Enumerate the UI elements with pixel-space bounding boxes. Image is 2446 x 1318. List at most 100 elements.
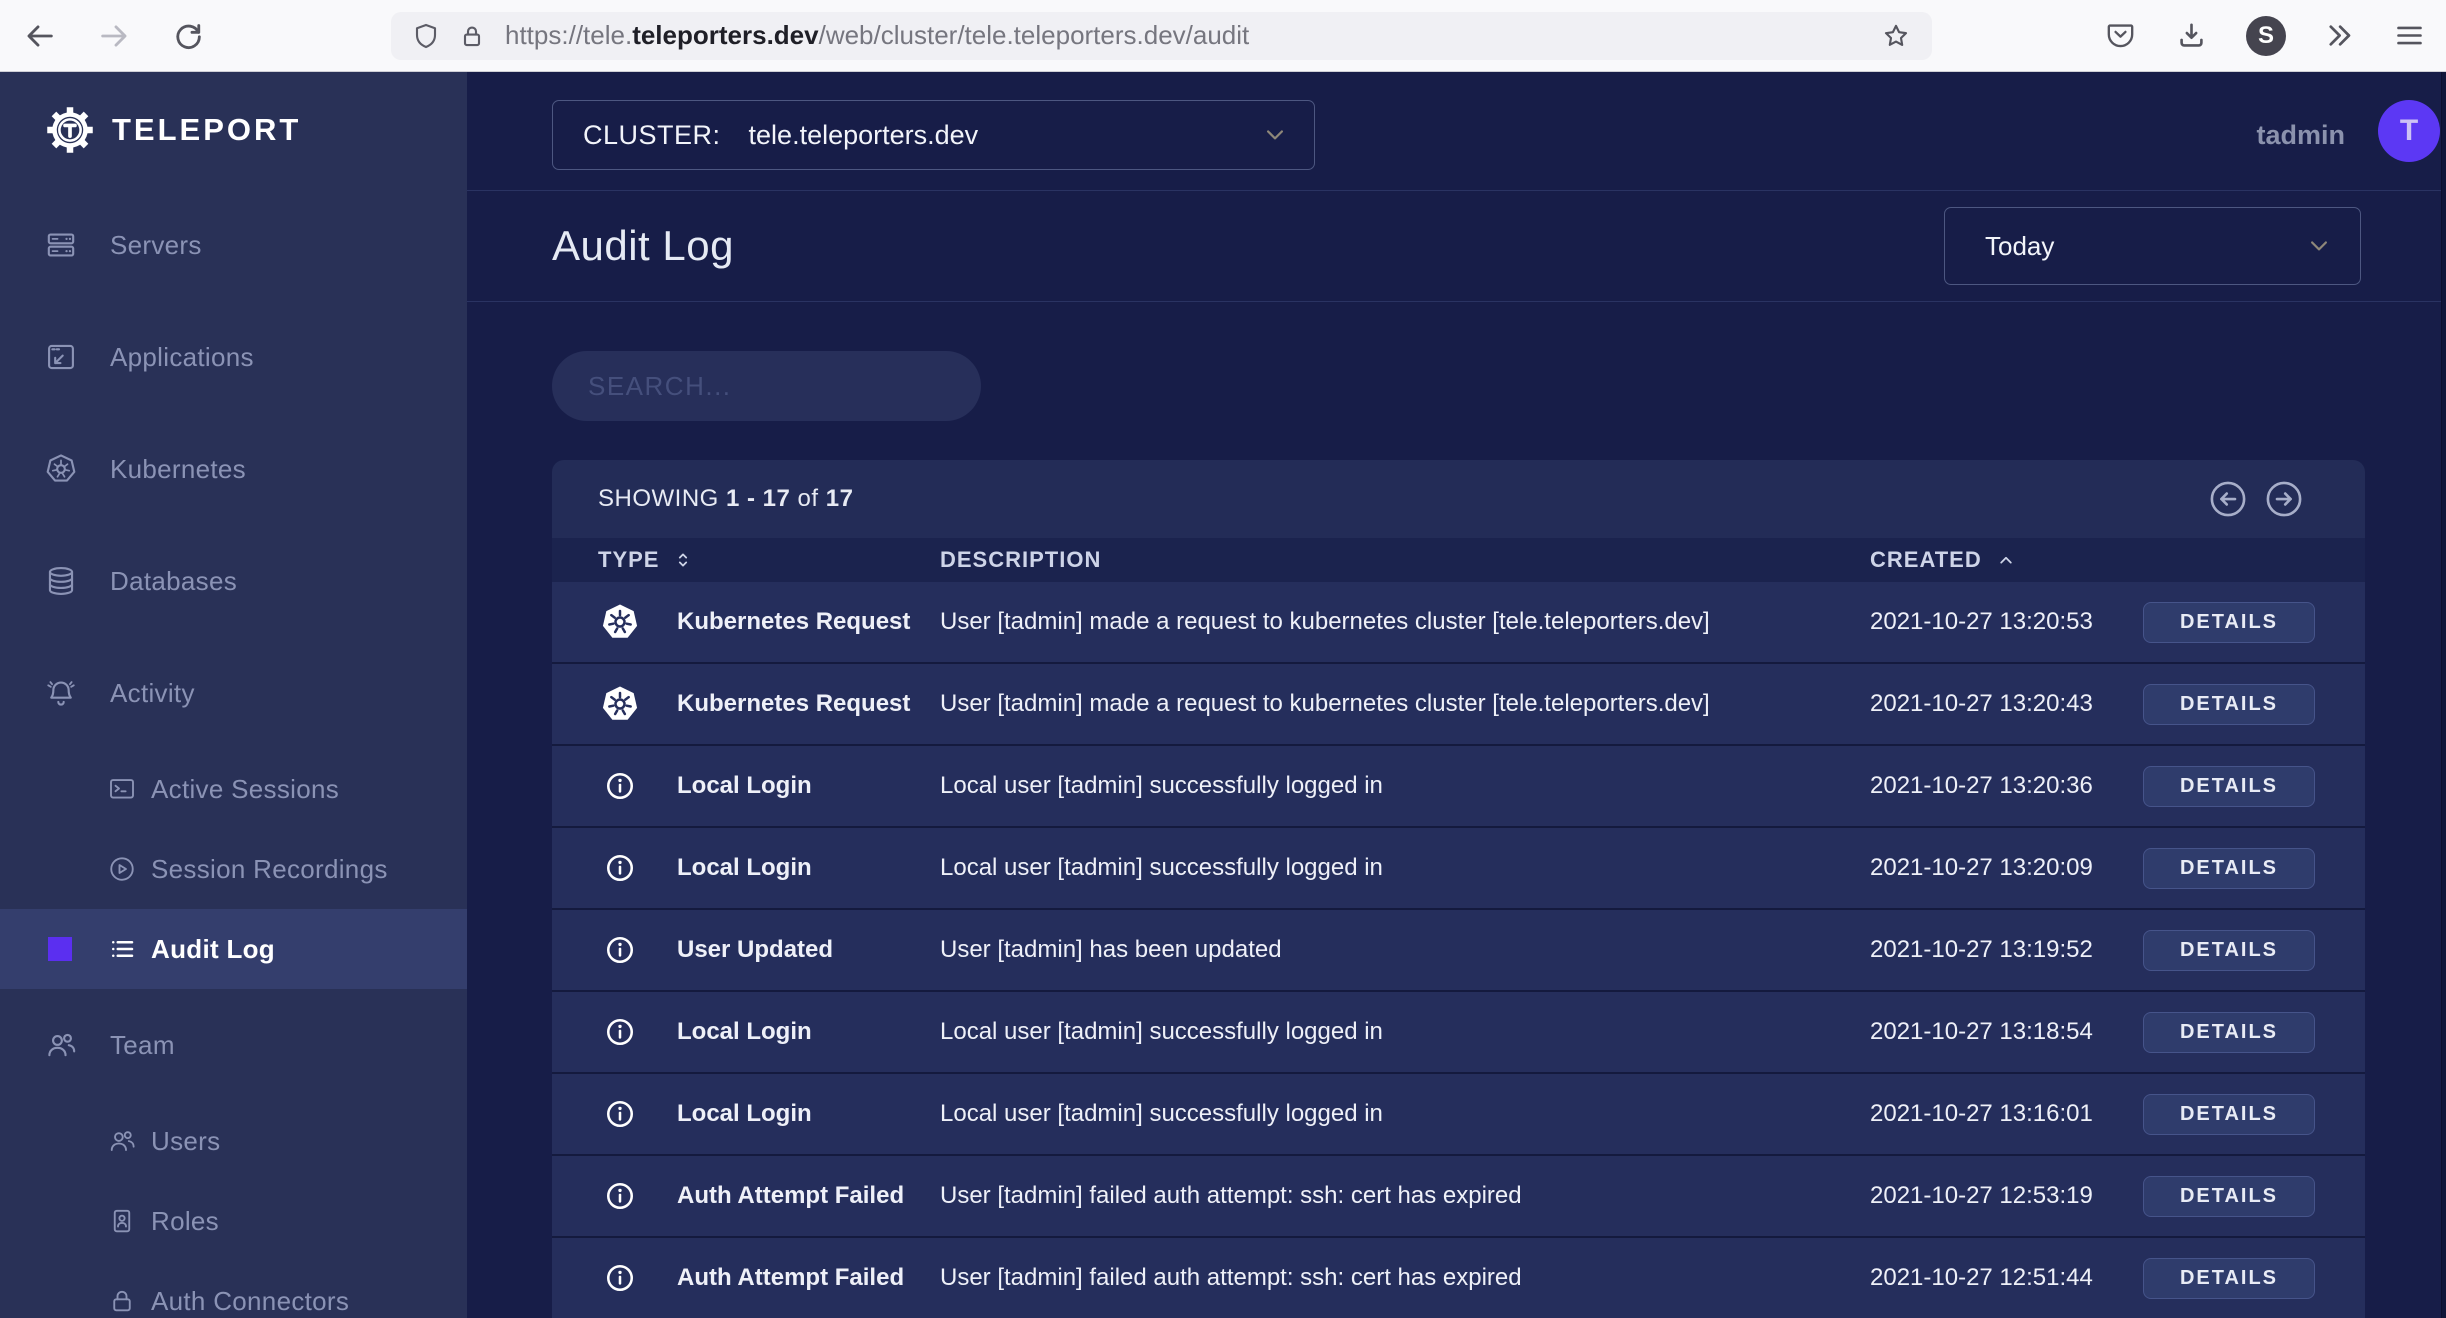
event-created: 2021-10-27 13:20:09: [1870, 854, 2093, 881]
table-row: Local Login Local user [tadmin] successf…: [552, 828, 2365, 910]
event-created: 2021-10-27 13:16:01: [1870, 1100, 2093, 1127]
event-description: User [tadmin] has been updated: [940, 936, 1282, 963]
details-button[interactable]: DETAILS: [2143, 929, 2315, 971]
sort-icon: [671, 548, 695, 572]
applications-icon: [44, 340, 78, 374]
details-button[interactable]: DETAILS: [2143, 1257, 2315, 1299]
date-range-select[interactable]: Today: [1944, 207, 2361, 285]
pocket-icon[interactable]: [2104, 19, 2137, 52]
showing-count: SHOWING 1 - 17 of 17: [598, 485, 854, 512]
arrow-right-circle-icon: [2263, 478, 2305, 520]
event-type: Auth Attempt Failed: [677, 1182, 905, 1209]
event-description: Local user [tadmin] successfully logged …: [940, 854, 1383, 881]
info-circle-icon: [598, 1174, 642, 1218]
event-created: 2021-10-27 13:19:52: [1870, 936, 2093, 963]
chevron-down-icon[interactable]: [390, 1031, 418, 1059]
url-text[interactable]: https://tele.teleporters.dev/web/cluster…: [505, 20, 1249, 51]
bookmark-star-icon[interactable]: [1880, 20, 1912, 52]
page-header: Audit Log Today: [467, 190, 2446, 302]
sidebar-item-auth-connectors[interactable]: Auth Connectors: [0, 1261, 467, 1318]
sidebar-item-activity[interactable]: Activity: [0, 637, 467, 749]
overflow-chevrons-icon[interactable]: [2322, 19, 2355, 52]
table-row: Local Login Local user [tadmin] successf…: [552, 746, 2365, 828]
details-button[interactable]: DETAILS: [2143, 1175, 2315, 1217]
hamburger-menu-icon[interactable]: [2393, 19, 2426, 52]
details-button[interactable]: DETAILS: [2143, 1011, 2315, 1053]
sidebar-item-team[interactable]: Team: [0, 989, 467, 1101]
back-icon[interactable]: [23, 19, 57, 53]
info-circle-icon: [598, 1256, 642, 1300]
event-type: Local Login: [677, 1018, 812, 1045]
event-description: User [tadmin] failed auth attempt: ssh: …: [940, 1264, 1522, 1291]
column-created[interactable]: CREATED: [1870, 547, 2143, 573]
column-description[interactable]: DESCRIPTION: [940, 547, 1870, 573]
event-created: 2021-10-27 13:20:43: [1870, 690, 2093, 717]
table-row: Local Login Local user [tadmin] successf…: [552, 1074, 2365, 1156]
download-icon[interactable]: [2175, 19, 2208, 52]
sidebar-item-roles[interactable]: Roles: [0, 1181, 467, 1261]
column-type[interactable]: TYPE: [598, 547, 940, 573]
event-type: Kubernetes Request: [677, 690, 911, 717]
date-range-value: Today: [1985, 230, 2055, 261]
teleport-app: TELEPORT Servers Applications Kubernetes…: [0, 72, 2446, 1318]
lock-icon[interactable]: [457, 21, 487, 51]
prev-page-button[interactable]: [2207, 478, 2249, 520]
details-button[interactable]: DETAILS: [2143, 1093, 2315, 1135]
team-icon: [44, 1028, 78, 1062]
event-created: 2021-10-27 13:20:53: [1870, 608, 2093, 635]
chevron-down-icon[interactable]: [390, 679, 418, 707]
sidebar-item-session-recordings[interactable]: Session Recordings: [0, 829, 467, 909]
event-created: 2021-10-27 12:53:19: [1870, 1182, 2093, 1209]
reload-icon[interactable]: [171, 19, 205, 53]
event-type: Auth Attempt Failed: [677, 1264, 905, 1291]
user-avatar[interactable]: T: [2378, 100, 2440, 162]
browser-profile-avatar[interactable]: S: [2246, 15, 2286, 56]
sidebar-item-active-sessions[interactable]: Active Sessions: [0, 749, 467, 829]
sidebar-item-users[interactable]: Users: [0, 1101, 467, 1181]
details-button[interactable]: DETAILS: [2143, 601, 2315, 643]
search-input[interactable]: [552, 351, 981, 421]
scrollbar[interactable]: [2441, 72, 2446, 1318]
toolbar-icons: S: [2104, 15, 2426, 56]
event-type: Local Login: [677, 854, 812, 881]
brand-name: TELEPORT: [112, 112, 302, 147]
sidebar-item-kubernetes[interactable]: Kubernetes: [0, 413, 467, 525]
cluster-select[interactable]: CLUSTER: tele.teleporters.dev: [552, 100, 1315, 170]
event-type: Kubernetes Request: [677, 608, 911, 635]
sidebar-item-servers[interactable]: Servers: [0, 189, 467, 301]
cluster-value: tele.teleporters.dev: [748, 119, 979, 150]
auth-lock-icon: [107, 1286, 137, 1316]
table-row: Auth Attempt Failed User [tadmin] failed…: [552, 1238, 2365, 1318]
arrow-left-circle-icon: [2207, 478, 2249, 520]
event-description: User [tadmin] failed auth attempt: ssh: …: [940, 1182, 1522, 1209]
info-circle-icon: [598, 1092, 642, 1136]
table-row: User Updated User [tadmin] has been upda…: [552, 910, 2365, 992]
forward-icon[interactable]: [97, 19, 131, 53]
table-row: Auth Attempt Failed User [tadmin] failed…: [552, 1156, 2365, 1238]
event-description: User [tadmin] made a request to kubernet…: [940, 608, 1710, 635]
table-toolbar: SHOWING 1 - 17 of 17: [552, 460, 2365, 538]
sidebar-item-applications[interactable]: Applications: [0, 301, 467, 413]
chevron-down-icon: [1260, 120, 1290, 150]
info-circle-icon: [598, 1010, 642, 1054]
brand[interactable]: TELEPORT: [44, 102, 467, 158]
chevron-down-icon: [2304, 231, 2334, 261]
event-description: Local user [tadmin] successfully logged …: [940, 772, 1383, 799]
event-type: User Updated: [677, 936, 834, 963]
activity-icon: [44, 676, 78, 710]
sidebar-item-audit-log[interactable]: Audit Log: [0, 909, 467, 989]
sidebar-item-databases[interactable]: Databases: [0, 525, 467, 637]
event-type: Local Login: [677, 1100, 812, 1127]
event-type: Local Login: [677, 772, 812, 799]
audit-table-panel: SHOWING 1 - 17 of 17 TYPE DESCRIPTION CR…: [552, 460, 2365, 1318]
details-button[interactable]: DETAILS: [2143, 765, 2315, 807]
main-content: CLUSTER: tele.teleporters.dev tadmin T A…: [467, 72, 2446, 1318]
details-button[interactable]: DETAILS: [2143, 683, 2315, 725]
table-row: Kubernetes Request User [tadmin] made a …: [552, 664, 2365, 746]
kubernetes-solid-icon: [598, 600, 642, 644]
address-bar[interactable]: https://tele.teleporters.dev/web/cluster…: [391, 11, 1932, 60]
next-page-button[interactable]: [2263, 478, 2305, 520]
shield-icon[interactable]: [411, 21, 441, 51]
username: tadmin: [2256, 119, 2345, 150]
details-button[interactable]: DETAILS: [2143, 847, 2315, 889]
